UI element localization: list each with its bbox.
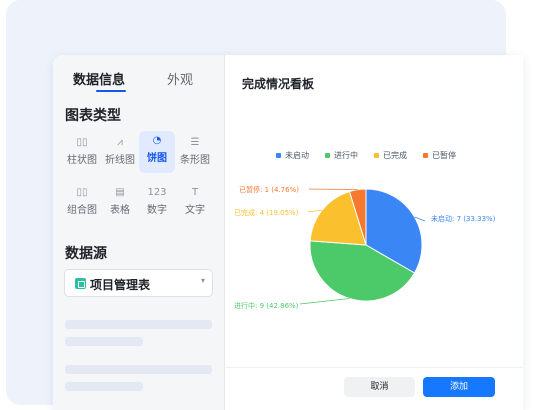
page-title: 完成情况看板: [242, 77, 315, 91]
chart-type-text[interactable]: T 文字: [177, 183, 213, 223]
combo-chart-icon: ▯▯: [76, 187, 88, 198]
pie-data-label: 进行中: 9 (42.86%): [234, 301, 299, 310]
config-sidebar: 数据信息 外观 图表类型 ▯▯ 柱状图 ⩘ 折线图 ◔ 饼图 ☰ 条形图 ▯▯ …: [53, 55, 225, 410]
pie-leader-line: [307, 209, 323, 213]
data-source-value: 项目管理表: [90, 278, 151, 292]
tab-data-info[interactable]: 数据信息: [73, 69, 125, 88]
add-button[interactable]: 添加: [423, 377, 495, 397]
skeleton-line: [65, 382, 143, 391]
chart-type-label: 文字: [185, 205, 205, 216]
legend-swatch: [325, 153, 330, 158]
skeleton-line: [65, 337, 143, 346]
pie-data-label: 已完成: 4 (19.05%): [234, 208, 299, 217]
table-icon: ▤: [115, 187, 125, 198]
data-source-title: 数据源: [65, 246, 107, 262]
sidebar-tabs: 数据信息 外观: [53, 55, 225, 99]
pie-leader-line: [308, 188, 358, 191]
text-icon: T: [191, 187, 199, 198]
bar-chart-icon: ▯▯: [76, 137, 88, 148]
chart-type-table[interactable]: ▤ 表格: [102, 183, 138, 223]
legend-label: 已完成: [383, 151, 407, 160]
data-source-select[interactable]: 项目管理表 ▾: [64, 269, 213, 297]
legend-label: 进行中: [334, 151, 358, 160]
skeleton-line: [65, 320, 212, 329]
number-icon: 123: [147, 187, 167, 198]
cancel-button[interactable]: 取消: [344, 377, 415, 397]
chart-type-combo[interactable]: ▯▯ 组合图: [64, 183, 100, 223]
legend-label: 已暂停: [432, 151, 456, 160]
pie-chart-icon: ◔: [152, 135, 162, 146]
skeleton-line: [65, 365, 212, 374]
legend-swatch: [374, 153, 379, 158]
chart-type-line[interactable]: ⩘ 折线图: [102, 133, 138, 173]
tab-appearance[interactable]: 外观: [167, 69, 193, 88]
legend-swatch: [276, 153, 281, 158]
pie-leader-line: [299, 298, 350, 305]
dialog-footer: 取消 添加: [225, 367, 523, 410]
pie-chart: 未启动: 7 (33.33%) 进行中: 9 (42.86%) 已完成: 4 (19…: [234, 185, 496, 310]
chevron-down-icon: ▾: [200, 276, 205, 285]
line-chart-icon: ⩘: [117, 137, 123, 148]
chart-type-label: 条形图: [180, 155, 210, 166]
chart-type-number[interactable]: 123 数字: [139, 183, 175, 223]
pie-data-label: 已暂停: 1 (4.76%): [239, 185, 299, 194]
table-icon: [75, 278, 86, 289]
chart-type-horizontal-bar[interactable]: ☰ 条形图: [177, 133, 213, 173]
pie-data-label: 未启动: 7 (33.33%): [431, 214, 496, 223]
chart-type-bar[interactable]: ▯▯ 柱状图: [64, 133, 100, 173]
active-tab-indicator: [96, 90, 126, 92]
chart-preview-panel: 完成情况看板 未启动 进行中 已完成 已暂停 未启动: 7 (33.33%) 进行…: [225, 55, 523, 410]
horizontal-bar-icon: ☰: [190, 137, 200, 148]
legend-label: 未启动: [285, 151, 309, 160]
chart-type-title: 图表类型: [65, 108, 121, 124]
legend-swatch: [423, 153, 428, 158]
chart-type-pie[interactable]: ◔ 饼图: [139, 131, 175, 173]
chart-config-dialog: 数据信息 外观 图表类型 ▯▯ 柱状图 ⩘ 折线图 ◔ 饼图 ☰ 条形图 ▯▯ …: [53, 55, 523, 410]
